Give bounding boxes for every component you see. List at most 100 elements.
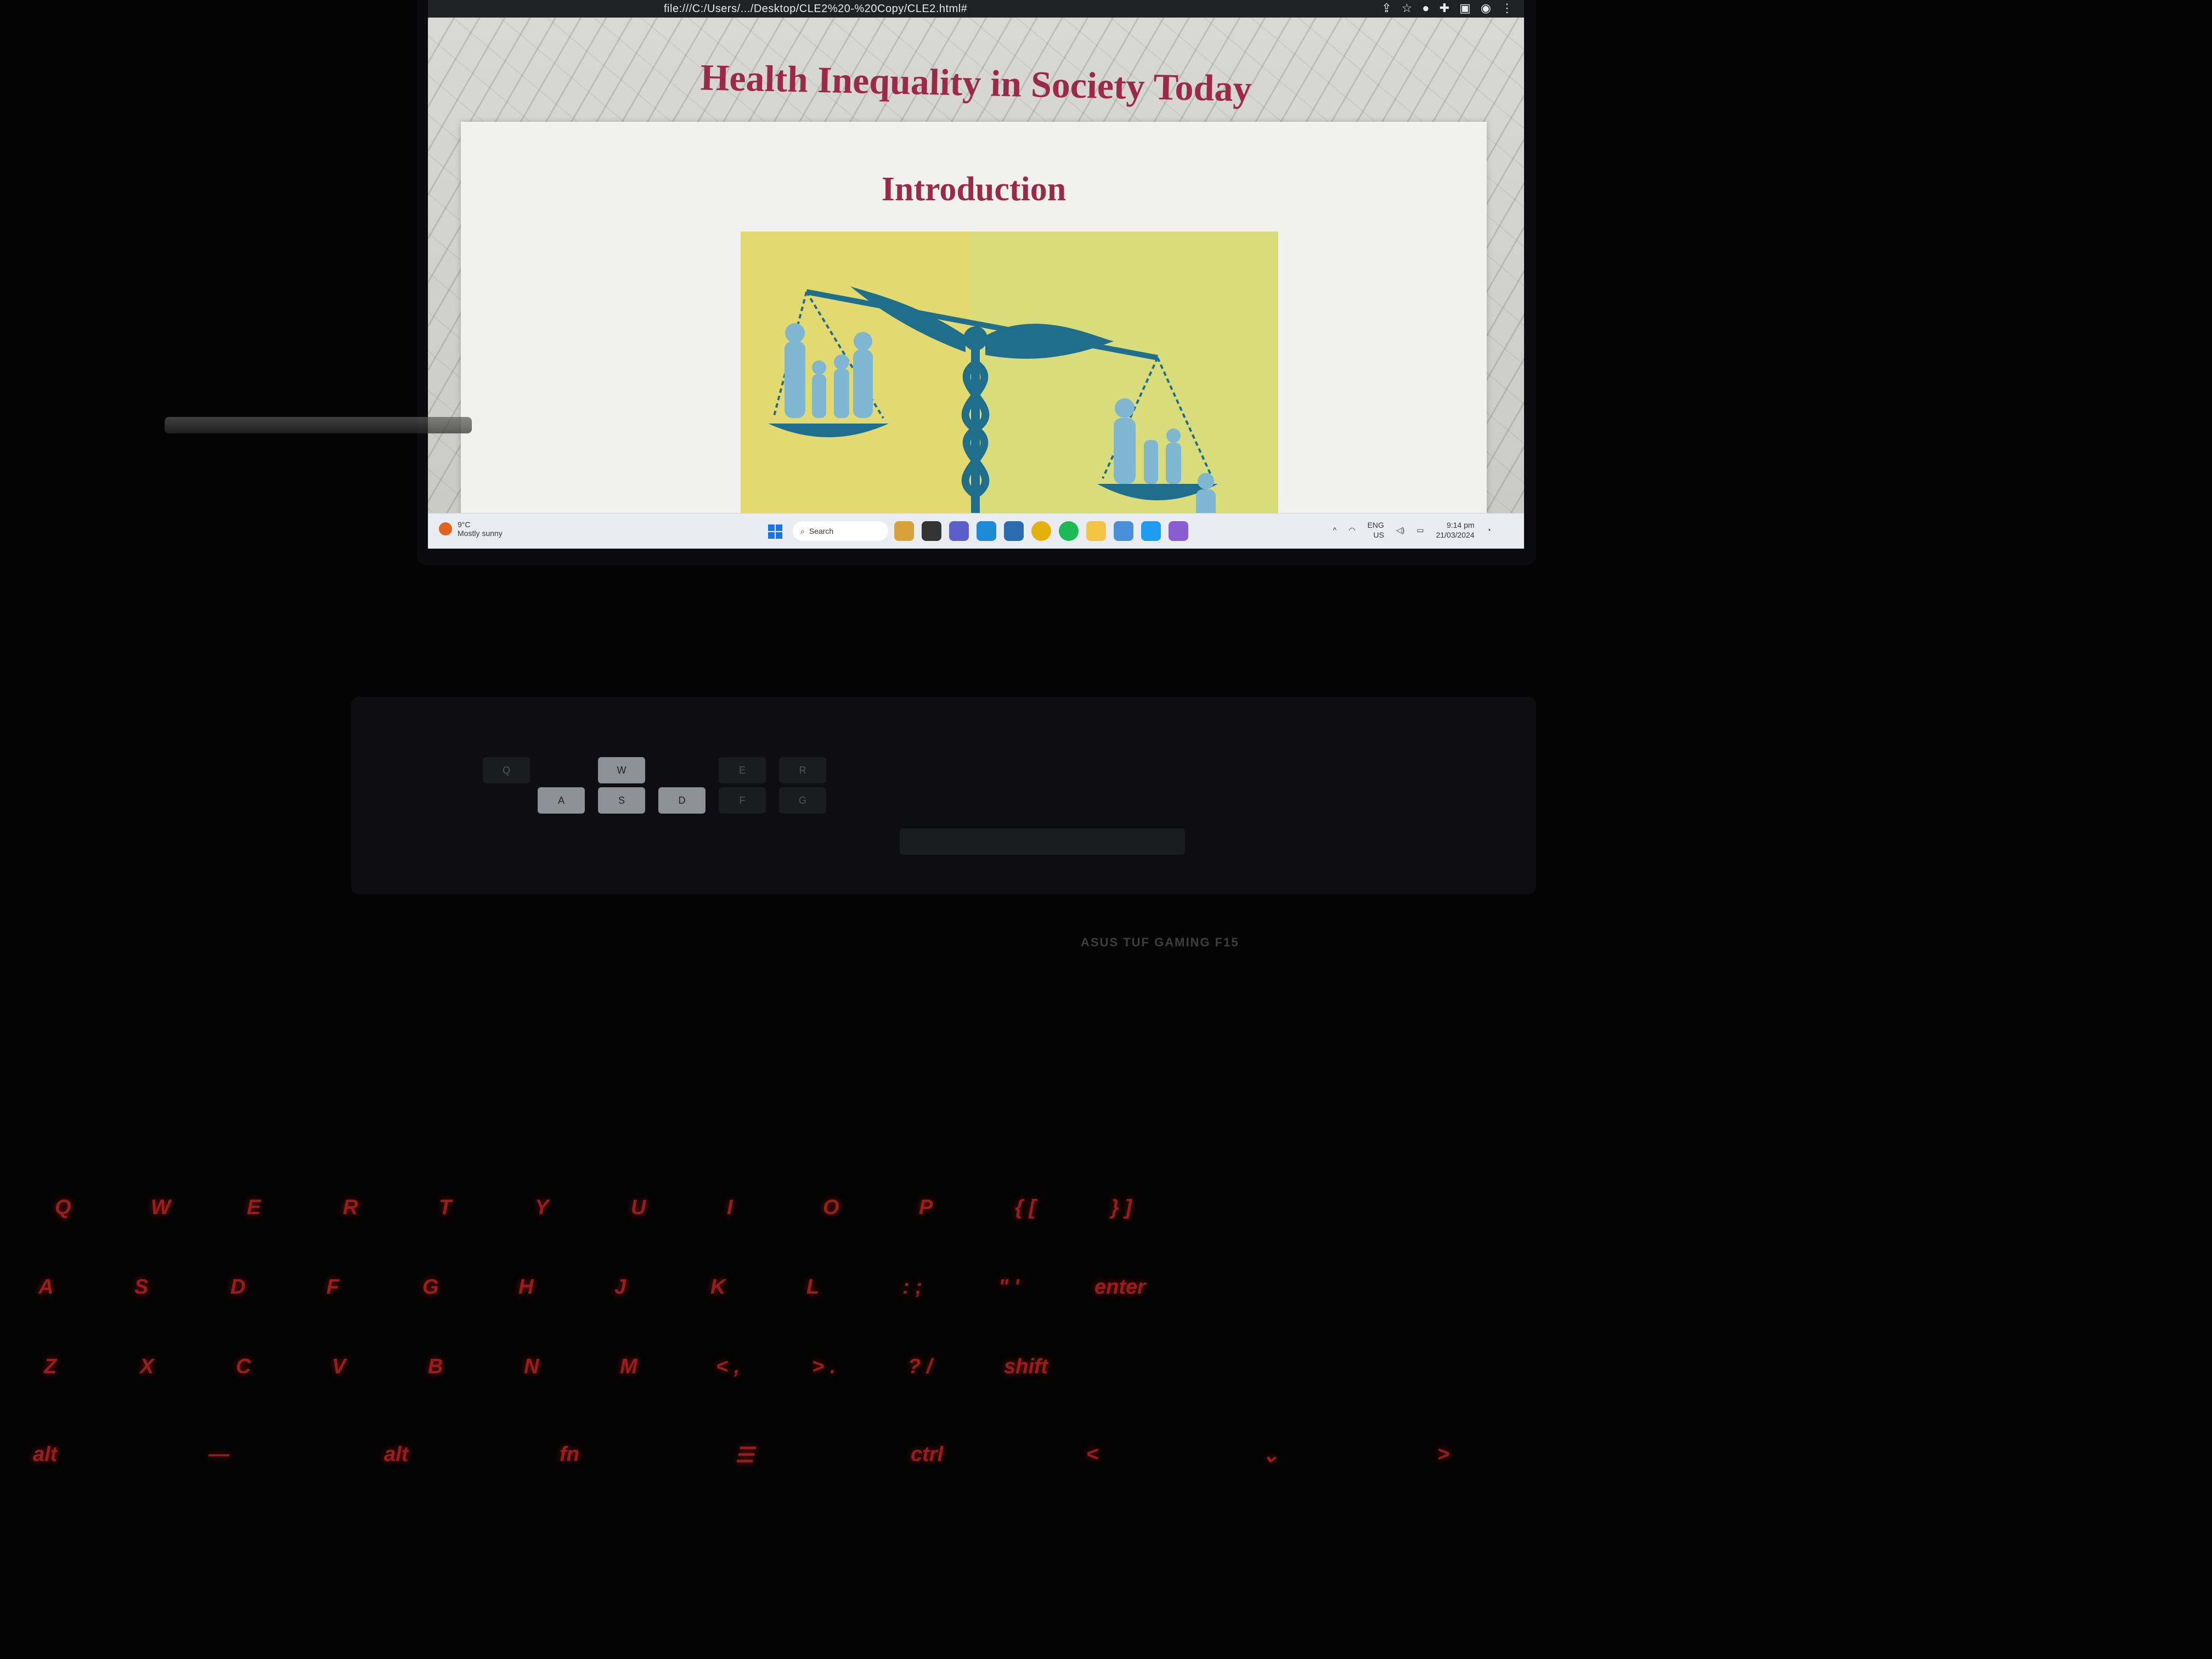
external-key[interactable]: D [230, 1276, 245, 1299]
metal-bar [165, 417, 472, 433]
external-key[interactable]: N [524, 1355, 539, 1379]
external-key[interactable]: W [151, 1196, 171, 1220]
wifi-icon[interactable]: ◠ [1348, 526, 1355, 535]
windows-start-icon[interactable] [768, 524, 782, 539]
clock-time: 9:14 pm [1446, 521, 1475, 529]
system-tray: ^ ◠ ENG US ◁) ▭ 9:14 pm 21/03/2024 ◔ [1333, 520, 1491, 540]
language-code: ENG [1367, 521, 1384, 529]
section-title: Introduction [881, 171, 1066, 208]
laptop-key-w[interactable]: W [598, 757, 645, 783]
external-key[interactable]: < , [716, 1355, 740, 1379]
sidebar-icon[interactable]: ▣ [1459, 1, 1471, 15]
chevron-up-icon[interactable]: ^ [1333, 526, 1337, 534]
search-label: Search [809, 527, 834, 535]
external-key[interactable]: K [710, 1276, 725, 1299]
laptop-key-a[interactable]: A [538, 787, 585, 814]
external-key[interactable]: Y [535, 1196, 549, 1220]
external-key[interactable]: V [332, 1355, 346, 1379]
external-key[interactable]: B [428, 1355, 443, 1379]
laptop-spacebar[interactable] [900, 828, 1185, 855]
external-key[interactable]: I [727, 1196, 733, 1220]
visual-studio-icon[interactable] [1169, 521, 1188, 541]
taskbar-apps [894, 521, 1188, 541]
external-keyboard: Q W E R T Y U I O P { [ } ] A S D F G H J K L : ; " ' enter Z X C V… [0, 1031, 1646, 1525]
profile-avatar[interactable]: ◉ [1481, 1, 1491, 15]
teams-icon[interactable] [949, 521, 969, 541]
laptop-key-q[interactable]: Q [483, 757, 530, 783]
external-key[interactable]: " ' [998, 1276, 1019, 1299]
file-explorer-icon[interactable] [1086, 521, 1106, 541]
external-key[interactable]: shift [1004, 1355, 1048, 1379]
notification-bell-icon[interactable]: ◔ [1487, 526, 1491, 534]
task-view-icon[interactable] [922, 521, 941, 541]
external-key[interactable]: ⌄ [1262, 1443, 1279, 1468]
external-key[interactable]: S [134, 1276, 148, 1299]
external-key[interactable]: : ; [902, 1276, 922, 1299]
external-key[interactable]: alt [33, 1443, 57, 1466]
external-key[interactable]: ? / [908, 1355, 932, 1379]
laptop-brand-label: ASUS TUF GAMING F15 [1081, 935, 1239, 949]
taskbar-clock[interactable]: 9:14 pm 21/03/2024 [1436, 520, 1474, 540]
weather-temp: 9°C [458, 520, 471, 529]
weather-widget[interactable]: 9°C Mostly sunny [439, 520, 503, 538]
external-key[interactable]: ctrl [911, 1443, 943, 1466]
external-key[interactable]: J [614, 1276, 626, 1299]
external-key[interactable]: Z [44, 1355, 57, 1379]
spotify-icon[interactable] [1059, 521, 1079, 541]
share-icon[interactable]: ⇪ [1381, 1, 1391, 15]
external-key[interactable]: < [1086, 1443, 1098, 1466]
external-key[interactable]: E [247, 1196, 261, 1220]
laptop-key-g[interactable]: G [779, 787, 826, 814]
external-key[interactable]: O [823, 1196, 839, 1220]
external-key[interactable]: { [ [1015, 1196, 1036, 1220]
external-key[interactable]: alt [384, 1443, 408, 1466]
external-key[interactable]: } ] [1111, 1196, 1132, 1220]
external-key[interactable]: ☰ [735, 1443, 754, 1468]
url-text[interactable]: file:///C:/Users/.../Desktop/CLE2%20-%20… [664, 3, 967, 15]
external-key[interactable]: enter [1094, 1276, 1146, 1299]
notepad-icon[interactable] [1114, 521, 1133, 541]
external-key[interactable]: X [140, 1355, 154, 1379]
external-key[interactable]: C [236, 1355, 251, 1379]
browser-address-bar[interactable]: file:///C:/Users/.../Desktop/CLE2%20-%20… [428, 0, 1524, 18]
external-key[interactable]: > [1437, 1443, 1449, 1466]
bookmark-star-icon[interactable]: ☆ [1402, 1, 1413, 15]
weather-icon [439, 522, 452, 535]
laptop-key-r[interactable]: R [779, 757, 826, 783]
external-key[interactable]: > . [812, 1355, 836, 1379]
battery-icon[interactable]: ▭ [1417, 526, 1424, 535]
external-key[interactable]: R [343, 1196, 358, 1220]
content-card: Introduction [461, 122, 1487, 549]
external-key[interactable]: U [631, 1196, 646, 1220]
taskbar-search[interactable]: ⌕ Search [793, 521, 888, 541]
puzzle-icon[interactable]: ✚ [1440, 1, 1449, 15]
edge-icon[interactable] [977, 521, 996, 541]
laptop-key-s[interactable]: S [598, 787, 645, 814]
vscode-icon[interactable] [1141, 521, 1161, 541]
external-key[interactable]: fn [560, 1443, 579, 1466]
external-key[interactable]: G [422, 1276, 439, 1299]
volume-icon[interactable]: ◁) [1396, 526, 1404, 535]
laptop-key-f[interactable]: F [719, 787, 766, 814]
external-key[interactable]: Q [55, 1196, 71, 1220]
external-key[interactable]: A [38, 1276, 53, 1299]
external-key[interactable]: T [439, 1196, 452, 1220]
external-key[interactable]: L [806, 1276, 819, 1299]
page-title: Health Inequality in Society Today [699, 56, 1252, 110]
marble-background: Health Inequality in Society Today Intro… [428, 18, 1524, 549]
external-key[interactable]: F [326, 1276, 339, 1299]
external-key[interactable]: M [620, 1355, 637, 1379]
menu-kebab-icon[interactable]: ⋮ [1501, 1, 1513, 15]
chrome-icon[interactable] [1031, 521, 1051, 541]
language-indicator[interactable]: ENG US [1367, 520, 1384, 540]
widget-app-icon[interactable] [894, 521, 914, 541]
external-key[interactable]: — [208, 1443, 229, 1466]
search-icon: ⌕ [800, 526, 805, 535]
laptop-key-d[interactable]: D [658, 787, 706, 814]
external-key[interactable]: H [518, 1276, 533, 1299]
laptop-key-e[interactable]: E [719, 757, 766, 783]
extension-icon[interactable]: ● [1422, 1, 1429, 15]
external-key[interactable]: P [919, 1196, 933, 1220]
clock-date: 21/03/2024 [1436, 531, 1475, 539]
copilot-icon[interactable] [1004, 521, 1024, 541]
